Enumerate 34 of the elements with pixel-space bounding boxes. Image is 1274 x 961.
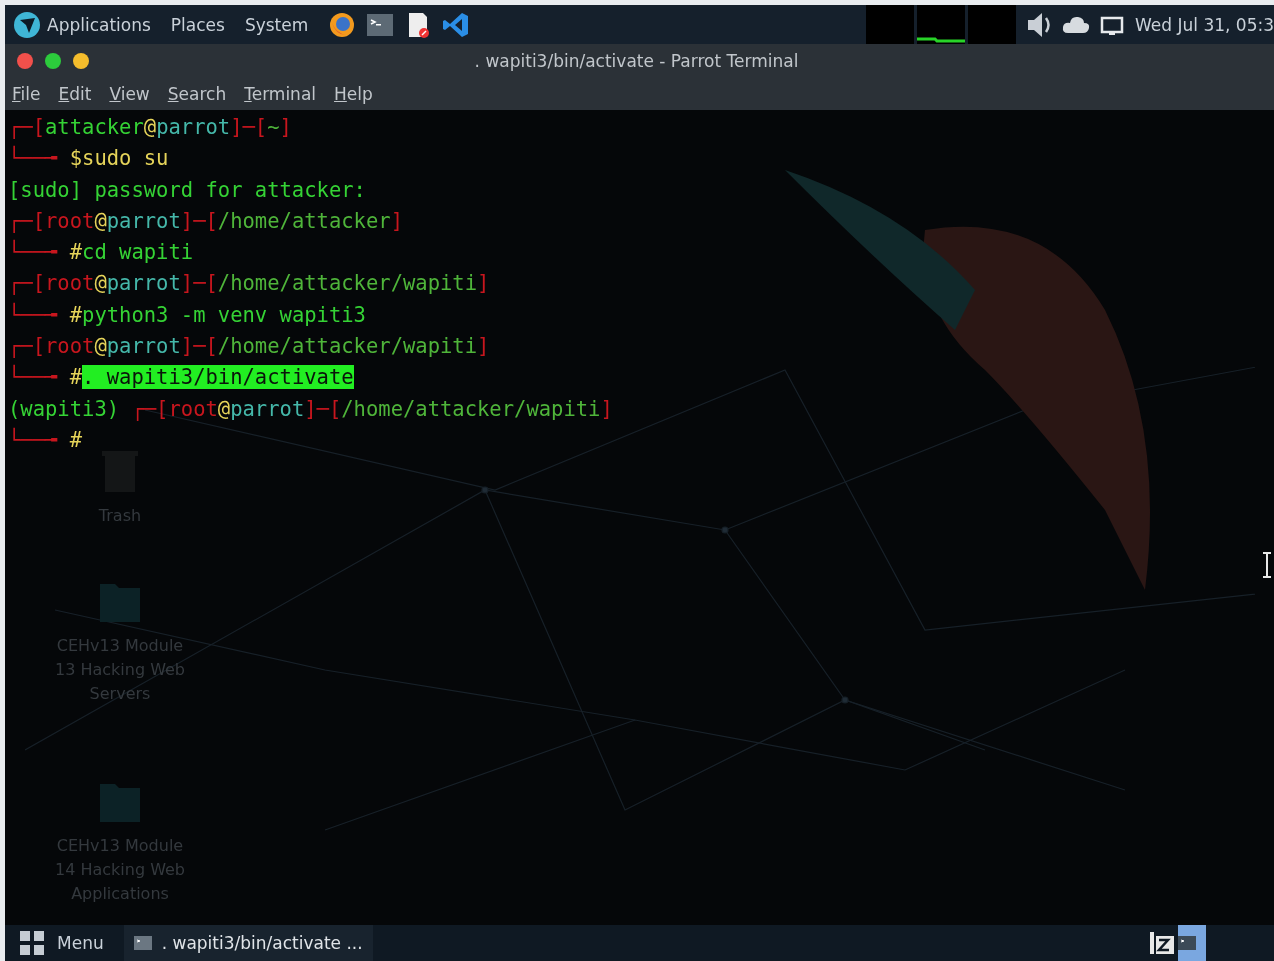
terminal-line: ┌─[root@parrot]─[/home/attacker/wapiti] xyxy=(8,270,490,298)
panel-menu[interactable]: System xyxy=(244,14,309,35)
grid-icon xyxy=(19,930,45,956)
code-editor-icon[interactable] xyxy=(442,10,471,39)
panel-menu[interactable]: Places xyxy=(170,14,225,35)
menu-button[interactable]: Menu xyxy=(5,925,124,961)
menu-item[interactable]: File xyxy=(10,82,43,106)
menu-item[interactable]: Help xyxy=(332,82,375,106)
menu-item[interactable]: View xyxy=(107,82,152,106)
close-button[interactable] xyxy=(17,53,33,69)
terminal-tray-button[interactable] xyxy=(1178,925,1206,961)
menu-item[interactable]: Terminal xyxy=(242,82,319,106)
terminal-line: └──╼ #cd wapiti xyxy=(8,238,194,267)
terminal-line: └──╼ #python3 -m venv wapiti3 xyxy=(8,301,366,329)
terminal-line: ┌─[attacker@parrot]─[~] xyxy=(8,114,292,141)
terminal-line: [sudo] password for attacker: xyxy=(8,176,366,204)
menu-item[interactable]: Search xyxy=(165,82,229,106)
terminal-icon xyxy=(133,936,152,950)
panel-menu[interactable]: Applications xyxy=(47,14,151,35)
terminal-line: └──╼ $sudo su xyxy=(8,144,169,173)
taskbar-window-button[interactable]: . wapiti3/bin/activate ... xyxy=(123,925,373,961)
minimize-button[interactable] xyxy=(73,53,89,69)
terminal-line: └──╼ # xyxy=(8,426,83,454)
terminal-icon xyxy=(1178,936,1196,950)
parrot-logo-icon[interactable] xyxy=(13,10,41,39)
menu-item[interactable]: Edit xyxy=(56,82,94,106)
terminal-line: (wapiti3) ┌─[root@parrot]─[/home/attacker/wapiti] xyxy=(8,395,613,423)
maximize-button[interactable] xyxy=(45,53,61,69)
text-cursor-icon xyxy=(1262,552,1272,578)
clock[interactable]: Wed Jul 31, 05:3 xyxy=(1135,14,1274,35)
terminal-line: ┌─[root@parrot]─[/home/attacker/wapiti] xyxy=(8,333,490,361)
window-title: . wapiti3/bin/activate - Parrot Terminal xyxy=(473,51,800,71)
terminal-line: ┌─[root@parrot]─[/home/attacker] xyxy=(8,207,403,235)
browser-icon[interactable] xyxy=(328,10,357,39)
